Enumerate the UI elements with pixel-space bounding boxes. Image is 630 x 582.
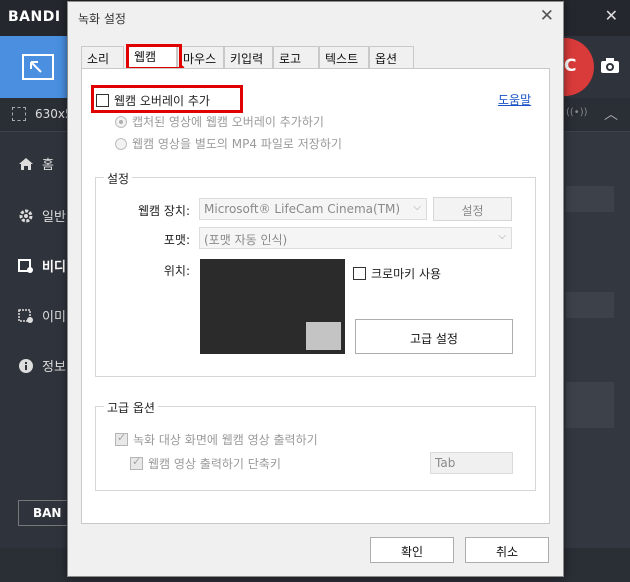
capture-area-icon	[12, 107, 26, 121]
chevron-down-icon: ⌵	[413, 202, 421, 213]
radio-label: 웹캠 영상을 별도의 MP4 파일로 저장하기	[132, 137, 342, 151]
advanced-settings-button[interactable]: 고급 설정	[355, 319, 513, 354]
panel-block	[566, 292, 614, 318]
shortcut-option[interactable]: 웹캠 영상 출력하기 단축키	[130, 455, 281, 472]
radio-overlay-capture[interactable]: 캡처된 영상에 웹캠 오버레이 추가하기	[115, 113, 324, 130]
sidebar-label: 정보	[42, 360, 66, 375]
format-label: 포맷:	[163, 233, 190, 247]
app-right-panel	[562, 132, 630, 550]
live-signal-icon: ((•))	[566, 107, 588, 118]
recording-settings-dialog: 녹화 설정 ✕ 소리 웹캠 마우스 키입력 로고 텍스트 옵션 웹캠 오버레이 …	[67, 1, 564, 577]
highlight-webcam-tab	[126, 44, 182, 70]
home-icon	[19, 157, 33, 170]
output-to-screen-checkbox[interactable]	[115, 431, 128, 446]
sidebar-label: 홈	[42, 158, 54, 173]
screenshot-camera-icon[interactable]	[600, 58, 620, 74]
record-letter: C	[564, 56, 577, 76]
radio-button[interactable]	[115, 115, 127, 128]
cancel-button[interactable]: 취소	[465, 537, 549, 563]
webcam-position-marker[interactable]	[306, 322, 341, 350]
highlight-overlay-checkbox	[91, 85, 243, 113]
advanced-options-group: 고급 옵션	[95, 399, 536, 491]
chevron-down-icon: ⌵	[498, 231, 506, 242]
sidebar-item-general[interactable]: 일반	[18, 206, 66, 225]
dialog-close-icon[interactable]: ✕	[540, 6, 554, 26]
radio-label: 캡처된 영상에 웹캠 오버레이 추가하기	[132, 115, 324, 129]
webcam-device-select[interactable]: Microsoft® LifeCam Cinema(TM) ⌵	[199, 198, 427, 220]
shortcut-hotkey-field[interactable]: Tab	[430, 452, 513, 474]
webcam-position-preview[interactable]	[200, 259, 345, 354]
tab-options[interactable]: 옵션	[369, 46, 414, 68]
video-settings-icon	[18, 258, 33, 273]
help-link[interactable]: 도움말	[498, 91, 531, 108]
panel-block	[566, 382, 614, 428]
output-to-screen-label: 녹화 대상 화면에 웹캠 영상 출력하기	[133, 433, 318, 447]
screen-area-icon	[22, 54, 54, 80]
webcam-device-settings-button[interactable]: 설정	[433, 197, 512, 221]
sidebar-label: 비디	[42, 260, 66, 275]
tab-sound[interactable]: 소리	[81, 46, 124, 68]
advanced-options-title: 고급 옵션	[104, 399, 158, 416]
ok-button[interactable]: 확인	[370, 537, 454, 563]
collapse-chevron-icon[interactable]: ︿	[604, 104, 618, 124]
radio-button[interactable]	[115, 137, 127, 150]
sidebar-label: 일반	[42, 210, 66, 225]
app-logo: BANDI	[8, 9, 61, 25]
sidebar-item-video[interactable]: 비디	[18, 256, 66, 275]
chroma-key-option[interactable]: 크로마키 사용	[353, 265, 441, 282]
format-value: (포맷 자동 인식)	[204, 233, 288, 247]
webcam-device-label: 웹캠 장치:	[137, 204, 190, 218]
sidebar-label: 이미	[42, 310, 66, 325]
gear-icon	[19, 209, 33, 222]
sidebar-item-home[interactable]: 홈	[18, 154, 54, 173]
app-close-icon[interactable]: ✕	[605, 6, 618, 25]
settings-group-title: 설정	[104, 170, 133, 187]
sidebar-item-info[interactable]: 정보	[18, 356, 66, 375]
position-label: 위치:	[163, 264, 190, 278]
shortcut-checkbox[interactable]	[130, 455, 143, 470]
tab-text[interactable]: 텍스트	[319, 46, 369, 68]
image-settings-icon	[18, 308, 33, 323]
shortcut-label: 웹캠 영상 출력하기 단축키	[148, 457, 281, 471]
chroma-key-checkbox[interactable]	[353, 267, 366, 280]
chroma-key-label: 크로마키 사용	[371, 267, 442, 281]
tab-logo[interactable]: 로고	[273, 46, 319, 68]
format-select[interactable]: (포맷 자동 인식) ⌵	[199, 227, 512, 249]
dialog-title: 녹화 설정	[78, 12, 126, 26]
sidebar-item-image[interactable]: 이미	[18, 306, 66, 325]
output-to-screen-option[interactable]: 녹화 대상 화면에 웹캠 영상 출력하기	[115, 431, 318, 448]
info-icon	[19, 358, 33, 373]
panel-block	[566, 186, 614, 212]
tab-keystroke[interactable]: 키입력	[224, 46, 273, 68]
webcam-device-value: Microsoft® LifeCam Cinema(TM)	[204, 202, 401, 216]
radio-separate-mp4[interactable]: 웹캠 영상을 별도의 MP4 파일로 저장하기	[115, 135, 342, 152]
